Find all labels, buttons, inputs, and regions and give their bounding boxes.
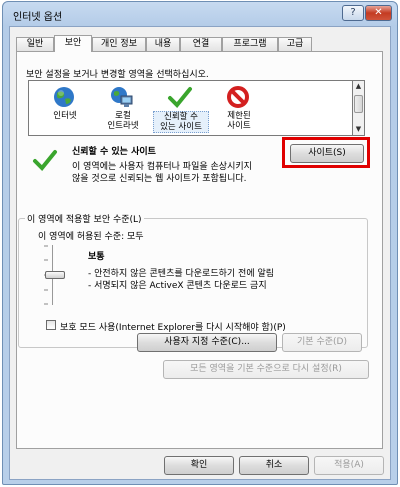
zone-instruction: 보안 설정을 보거나 변경할 영역을 선택하십시오.	[26, 70, 209, 80]
highlight-annotation	[282, 137, 370, 168]
tab-privacy[interactable]: 개인 정보	[92, 37, 146, 51]
zone-label: 제한된 사이트	[227, 111, 251, 131]
zone-list: 인터넷 로컬 인트라넷 신뢰할 수 있는 사이트 제한된 사이트	[28, 80, 353, 136]
checkmark-icon	[168, 87, 192, 108]
zone-label: 신뢰할 수 있는 사이트	[153, 111, 209, 133]
close-button[interactable]: ✕	[365, 5, 392, 21]
custom-level-button[interactable]: 사용자 지정 수준(C)...	[137, 333, 277, 352]
ok-button[interactable]: 확인	[164, 456, 234, 475]
tab-advanced[interactable]: 고급	[278, 37, 312, 51]
selected-zone-desc-line2: 않을 것으로 신뢰되는 웹 사이트가 포함됩니다.	[72, 174, 247, 184]
default-level-button[interactable]: 기본 수준(D)	[282, 333, 362, 352]
window-title: 인터넷 옵션	[13, 12, 63, 23]
zone-label: 인터넷	[53, 111, 77, 121]
protected-mode-label[interactable]: 보호 모드 사용(Internet Explorer를 다시 시작해야 함)(P…	[60, 320, 286, 333]
scroll-down-arrow-icon[interactable]: ▼	[353, 124, 364, 135]
scroll-thumb[interactable]	[354, 95, 363, 113]
group-title: 이 영역에 적용할 보안 수준(L)	[25, 212, 144, 225]
tab-content[interactable]: 내용	[146, 37, 180, 51]
level-bullet-2: - 서명되지 않은 ActiveX 콘텐츠 다운로드 금지	[88, 281, 267, 291]
security-level-slider-thumb[interactable]	[45, 271, 65, 279]
allowed-levels-text: 이 영역에 허용된 수준: 모두	[38, 232, 144, 242]
apply-button[interactable]: 적용(A)	[314, 456, 384, 475]
zone-label: 로컬 인트라넷	[107, 111, 139, 131]
zone-list-scrollbar[interactable]: ▲ ▼	[353, 80, 365, 136]
restricted-icon	[227, 86, 249, 108]
cancel-button[interactable]: 취소	[239, 456, 309, 475]
tab-general[interactable]: 일반	[16, 37, 54, 51]
selected-zone-title: 신뢰할 수 있는 사이트	[72, 147, 156, 157]
tab-connections[interactable]: 연결	[180, 37, 222, 51]
title-bar[interactable]: 인터넷 옵션 ? ✕	[3, 2, 397, 26]
globe-icon	[54, 87, 74, 107]
tab-programs[interactable]: 프로그램	[222, 37, 278, 51]
zone-internet[interactable]: 인터넷	[37, 83, 93, 135]
scroll-up-arrow-icon[interactable]: ▲	[353, 81, 364, 92]
zone-restricted-sites[interactable]: 제한된 사이트	[211, 83, 267, 135]
reset-all-zones-button[interactable]: 모든 영역을 기본 수준으로 다시 설정(R)	[163, 360, 369, 379]
zone-local-intranet[interactable]: 로컬 인트라넷	[95, 83, 151, 135]
help-button[interactable]: ?	[342, 5, 364, 21]
intranet-icon	[111, 87, 133, 107]
protected-mode-checkbox[interactable]	[46, 320, 56, 330]
level-name: 보통	[88, 252, 105, 262]
tab-security[interactable]: 보안	[54, 35, 92, 52]
trusted-sites-checkmark-icon	[33, 150, 57, 171]
zone-trusted-sites[interactable]: 신뢰할 수 있는 사이트	[153, 83, 209, 135]
